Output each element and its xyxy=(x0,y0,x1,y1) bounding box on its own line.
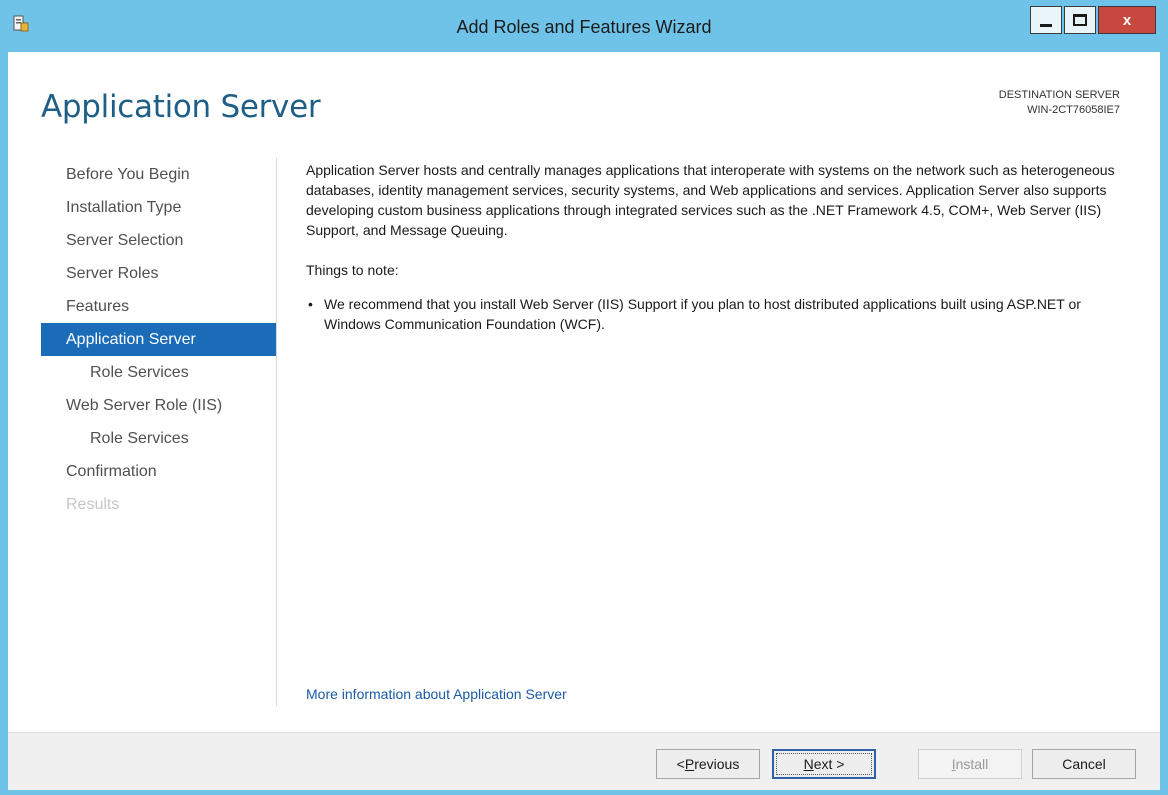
note-item: We recommend that you install Web Server… xyxy=(306,294,1136,334)
previous-mnemonic: P xyxy=(684,756,695,772)
next-button[interactable]: Next > xyxy=(772,749,876,779)
notes-list: We recommend that you install Web Server… xyxy=(306,294,1136,334)
notes-heading: Things to note: xyxy=(306,262,399,278)
destination-server-info: DESTINATION SERVER WIN-2CT76058IE7 xyxy=(999,88,1120,118)
nav-item-installation-type[interactable]: Installation Type xyxy=(41,191,277,224)
page-title: Application Server xyxy=(41,89,321,125)
wizard-window: Add Roles and Features Wizard x Applicat… xyxy=(0,0,1168,795)
close-button[interactable]: x xyxy=(1098,6,1156,34)
nav-item-web-server-role[interactable]: Web Server Role (IIS) xyxy=(41,389,277,422)
wizard-footer: < Previous Next > Install Cancel xyxy=(8,732,1160,790)
window-title: Add Roles and Features Wizard xyxy=(456,17,712,37)
nav-item-web-role-services[interactable]: Role Services xyxy=(41,422,277,455)
destination-label: DESTINATION SERVER xyxy=(998,89,1120,101)
wizard-content: Application Server DESTINATION SERVER WI… xyxy=(8,52,1160,732)
minimize-button[interactable] xyxy=(1030,6,1062,34)
nav-item-server-roles[interactable]: Server Roles xyxy=(41,257,277,290)
previous-label-rest: revious xyxy=(694,756,740,772)
nav-item-app-role-services[interactable]: Role Services xyxy=(41,356,277,389)
next-mnemonic: N xyxy=(803,756,814,772)
nav-item-server-selection[interactable]: Server Selection xyxy=(41,224,277,257)
cancel-button[interactable]: Cancel xyxy=(1032,749,1136,779)
maximize-icon xyxy=(1073,14,1087,26)
install-label-rest: nstall xyxy=(955,756,989,772)
window-bottom-border xyxy=(0,790,1168,795)
nav-item-before-you-begin[interactable]: Before You Begin xyxy=(41,158,277,191)
more-info-link[interactable]: More information about Application Serve… xyxy=(306,686,567,702)
minimize-icon xyxy=(1040,23,1052,27)
previous-prefix: < xyxy=(676,756,685,772)
next-label-rest: ext > xyxy=(813,756,845,772)
destination-server-name: WIN-2CT76058IE7 xyxy=(1027,104,1120,116)
close-icon: x xyxy=(1122,11,1132,29)
wizard-steps-nav: Before You Begin Installation Type Serve… xyxy=(41,158,277,521)
nav-item-features[interactable]: Features xyxy=(41,290,277,323)
nav-item-confirmation[interactable]: Confirmation xyxy=(41,455,277,488)
role-description: Application Server hosts and centrally m… xyxy=(306,162,1115,238)
title-bar[interactable]: Add Roles and Features Wizard x xyxy=(0,0,1168,52)
maximize-button[interactable] xyxy=(1064,6,1096,34)
nav-item-application-server[interactable]: Application Server xyxy=(41,323,277,356)
nav-divider xyxy=(276,158,277,706)
main-panel: Application Server hosts and centrally m… xyxy=(306,160,1136,334)
install-button: Install xyxy=(918,749,1022,779)
nav-item-results: Results xyxy=(66,496,120,513)
previous-button[interactable]: < Previous xyxy=(656,749,760,779)
